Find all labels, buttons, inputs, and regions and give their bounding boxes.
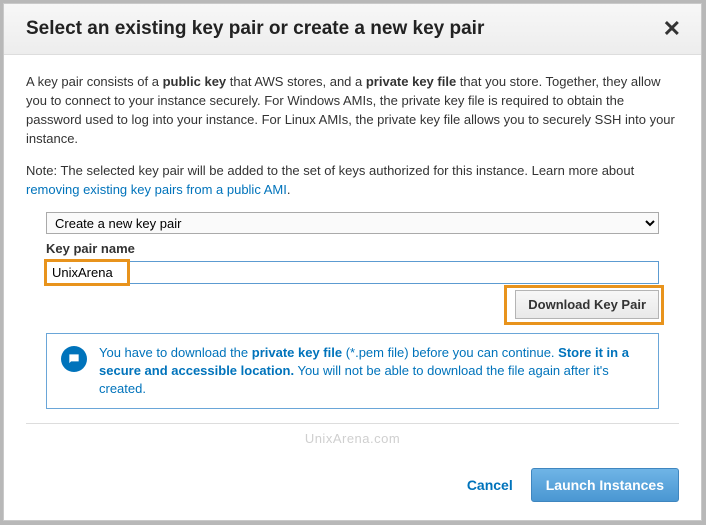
- remove-keypairs-link[interactable]: removing existing key pairs from a publi…: [26, 182, 287, 197]
- keypair-name-row: [46, 261, 659, 284]
- keypair-modal: Select an existing key pair or create a …: [3, 3, 702, 521]
- keypair-select-wrap: Create a new key pair: [46, 212, 659, 234]
- keypair-name-label: Key pair name: [46, 240, 659, 259]
- launch-instances-button[interactable]: Launch Instances: [531, 468, 679, 502]
- keypair-note: Note: The selected key pair will be adde…: [26, 162, 679, 200]
- info-alert: You have to download the private key fil…: [46, 333, 659, 410]
- download-row: Download Key Pair: [46, 290, 659, 319]
- info-seg: You have to download the: [99, 345, 252, 360]
- info-text: You have to download the private key fil…: [99, 344, 644, 399]
- keypair-description: A key pair consists of a public key that…: [26, 73, 679, 148]
- modal-body: A key pair consists of a public key that…: [4, 55, 701, 464]
- info-bold-file: private key file: [252, 345, 342, 360]
- desc-bold-public: public key: [163, 74, 227, 89]
- modal-header: Select an existing key pair or create a …: [4, 4, 701, 55]
- download-keypair-button[interactable]: Download Key Pair: [515, 290, 659, 319]
- chat-icon: [61, 346, 87, 372]
- info-seg: (*.pem file) before you can continue.: [342, 345, 558, 360]
- desc-bold-private: private key file: [366, 74, 456, 89]
- note-suffix: .: [287, 182, 291, 197]
- keypair-mode-select[interactable]: Create a new key pair: [46, 212, 659, 234]
- modal-footer: Cancel Launch Instances: [4, 464, 701, 520]
- modal-title: Select an existing key pair or create a …: [26, 18, 484, 40]
- keypair-name-input[interactable]: [46, 261, 659, 284]
- desc-text: that AWS stores, and a: [226, 74, 366, 89]
- desc-text: A key pair consists of a: [26, 74, 163, 89]
- cancel-button[interactable]: Cancel: [467, 477, 513, 493]
- close-icon[interactable]: ✕: [663, 18, 681, 40]
- watermark-text: UnixArena.com: [26, 422, 679, 449]
- note-text: Note: The selected key pair will be adde…: [26, 163, 634, 178]
